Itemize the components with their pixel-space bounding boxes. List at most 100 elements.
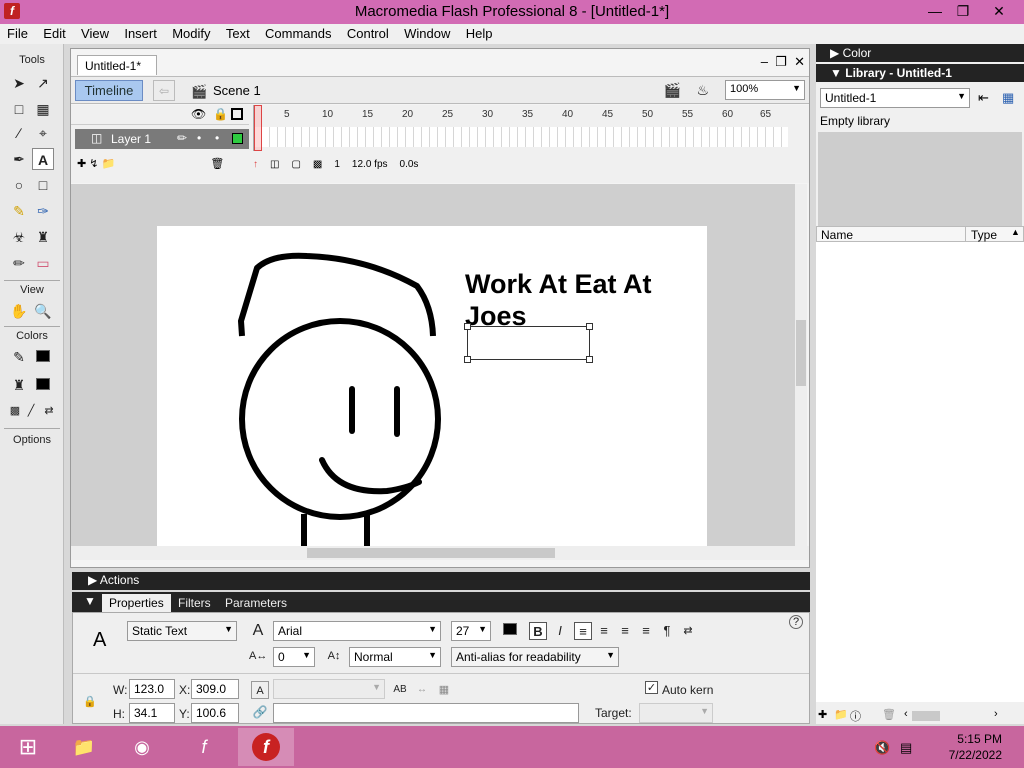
text-color-swatch[interactable] xyxy=(501,622,519,640)
paint-bucket-tool-icon[interactable]: ♜ xyxy=(32,226,54,248)
autokern-checkbox[interactable]: ✓ xyxy=(645,681,658,694)
zoom-tool-icon[interactable]: 🔍 xyxy=(32,300,54,322)
handle[interactable] xyxy=(586,356,593,363)
stage-text[interactable]: Work At Eat At Joes xyxy=(465,268,695,332)
gradient-transform-tool-icon[interactable]: ▦ xyxy=(32,98,54,120)
rectangle-tool-icon[interactable]: □ xyxy=(32,174,54,196)
scroll-thumb[interactable] xyxy=(307,548,555,558)
delete-icon[interactable]: 🗑 xyxy=(882,708,896,721)
swap-colors-icon[interactable]: ⇄ xyxy=(38,400,60,422)
height-field[interactable]: 34.1 xyxy=(129,703,175,723)
document-tab[interactable]: Untitled-1* xyxy=(77,55,157,75)
eyedropper-tool-icon[interactable]: ✏ xyxy=(8,252,30,274)
menu-commands[interactable]: Commands xyxy=(258,24,336,41)
insert-layer-folder-icon[interactable]: 📁 xyxy=(102,158,116,170)
selection-tool-icon[interactable]: ➤ xyxy=(8,72,30,94)
text-field-type-icon[interactable]: A xyxy=(251,681,269,699)
align-left-icon[interactable]: ≡ xyxy=(574,622,592,640)
minimize-button[interactable]: — xyxy=(920,0,950,22)
flash-player-icon[interactable]: f xyxy=(176,728,232,766)
menu-file[interactable]: File xyxy=(0,24,33,41)
add-motion-guide-icon[interactable]: ↯ xyxy=(89,158,98,170)
pen-tool-icon[interactable]: ✒ xyxy=(8,148,30,170)
vertical-scrollbar[interactable] xyxy=(795,184,807,546)
library-list[interactable] xyxy=(816,242,1024,702)
y-field[interactable]: 100.6 xyxy=(191,703,239,723)
layer-row[interactable]: ◫ Layer 1 ✏ • • xyxy=(75,129,249,149)
font-size-field[interactable]: 27 ▼ xyxy=(451,621,491,641)
brush-tool-icon[interactable]: ✑ xyxy=(32,200,54,222)
properties-icon[interactable]: ⓘ xyxy=(850,708,861,724)
sort-icon[interactable]: ▲ xyxy=(1011,227,1020,237)
lock-proportions-icon[interactable]: 🔒 xyxy=(81,693,99,711)
file-explorer-icon[interactable]: 📁 xyxy=(56,728,112,766)
font-select[interactable]: Arial ▼ xyxy=(273,621,441,641)
line-tool-icon[interactable]: ∕ xyxy=(8,122,30,144)
menu-window[interactable]: Window xyxy=(397,24,455,41)
menu-modify[interactable]: Modify xyxy=(165,24,215,41)
doc-close-icon[interactable]: ✕ xyxy=(794,54,805,69)
insert-layer-icon[interactable]: ✚ xyxy=(77,158,86,170)
edit-multiple-frames-icon[interactable]: ▩ xyxy=(313,159,322,170)
delete-layer-icon[interactable]: 🗑 xyxy=(210,158,224,170)
eye-icon[interactable]: 👁 xyxy=(191,107,206,121)
antialias-select[interactable]: Anti-alias for readability ▼ xyxy=(451,647,619,667)
x-field[interactable]: 309.0 xyxy=(191,679,239,699)
italic-button[interactable]: I xyxy=(551,622,569,640)
url-link-field[interactable] xyxy=(273,703,579,723)
doc-restore-icon[interactable]: ❐ xyxy=(775,54,787,69)
lock-dot-icon[interactable]: • xyxy=(215,131,219,145)
doc-minimize-icon[interactable]: – xyxy=(761,54,768,69)
windows-start-icon[interactable]: ⊞ xyxy=(0,728,56,766)
justify-icon[interactable]: ≡ xyxy=(637,622,655,640)
chrome-icon[interactable]: ◉ xyxy=(114,728,170,766)
handle[interactable] xyxy=(586,323,593,330)
fill-color-swatch[interactable] xyxy=(32,374,54,396)
system-clock[interactable]: 5:15 PM 7/22/2022 xyxy=(949,731,1002,763)
handle[interactable] xyxy=(464,323,471,330)
horizontal-scrollbar[interactable] xyxy=(71,546,809,560)
text-direction-icon[interactable]: ⇄ xyxy=(679,622,697,640)
handle[interactable] xyxy=(464,356,471,363)
pencil-tool-icon[interactable]: ✎ xyxy=(8,200,30,222)
text-tool-icon[interactable]: A xyxy=(32,148,54,170)
onion-skin-icon[interactable]: ◫ xyxy=(270,159,279,170)
hand-tool-icon[interactable]: ✋ xyxy=(8,300,30,322)
edit-symbols-icon[interactable]: ♨ xyxy=(696,82,709,99)
playhead[interactable] xyxy=(254,105,262,151)
color-panel-header[interactable]: ▶ Color xyxy=(816,44,1024,62)
free-transform-tool-icon[interactable]: □ xyxy=(8,98,30,120)
back-arrow-icon[interactable]: ⇦ xyxy=(153,80,175,101)
width-field[interactable]: 123.0 xyxy=(129,679,175,699)
onion-outlines-icon[interactable]: ▢ xyxy=(291,159,300,170)
tab-parameters[interactable]: Parameters xyxy=(218,594,294,612)
visibility-dot-icon[interactable]: • xyxy=(197,131,201,145)
restore-button[interactable]: ❐ xyxy=(948,0,978,22)
help-icon[interactable]: ? xyxy=(789,615,803,629)
text-type-select[interactable]: Static Text ▼ xyxy=(127,621,237,641)
lock-icon[interactable]: 🔒 xyxy=(213,107,228,121)
tab-properties[interactable]: Properties xyxy=(102,594,171,612)
outline-color-icon[interactable] xyxy=(232,133,243,144)
scroll-left-icon[interactable]: ‹ xyxy=(904,708,908,720)
oval-tool-icon[interactable]: ○ xyxy=(8,174,30,196)
menu-view[interactable]: View xyxy=(74,24,114,41)
new-folder-icon[interactable]: 📁 xyxy=(834,708,848,721)
menu-help[interactable]: Help xyxy=(459,24,498,41)
timeline-toggle-button[interactable]: Timeline xyxy=(75,80,143,101)
stage-area[interactable]: Work At Eat At Joes xyxy=(71,184,795,546)
network-icon[interactable]: ▤ xyxy=(900,740,912,756)
menu-insert[interactable]: Insert xyxy=(117,24,162,41)
collapse-arrow-icon[interactable]: ▼ xyxy=(84,594,96,608)
scroll-right-icon[interactable]: › xyxy=(994,708,998,720)
align-center-icon[interactable]: ≡ xyxy=(595,622,613,640)
library-select[interactable]: Untitled-1 ▼ xyxy=(820,88,970,108)
new-symbol-icon[interactable]: ✚ xyxy=(818,708,827,721)
align-right-icon[interactable]: ≡ xyxy=(616,622,634,640)
scroll-thumb[interactable] xyxy=(796,320,806,386)
outline-icon[interactable] xyxy=(231,108,243,120)
library-panel-header[interactable]: ▼ Library - Untitled-1 xyxy=(816,64,1024,82)
lasso-tool-icon[interactable]: ⌖ xyxy=(32,122,54,144)
flash-professional-icon[interactable]: f xyxy=(238,728,294,766)
stroke-color-swatch[interactable] xyxy=(32,346,54,368)
